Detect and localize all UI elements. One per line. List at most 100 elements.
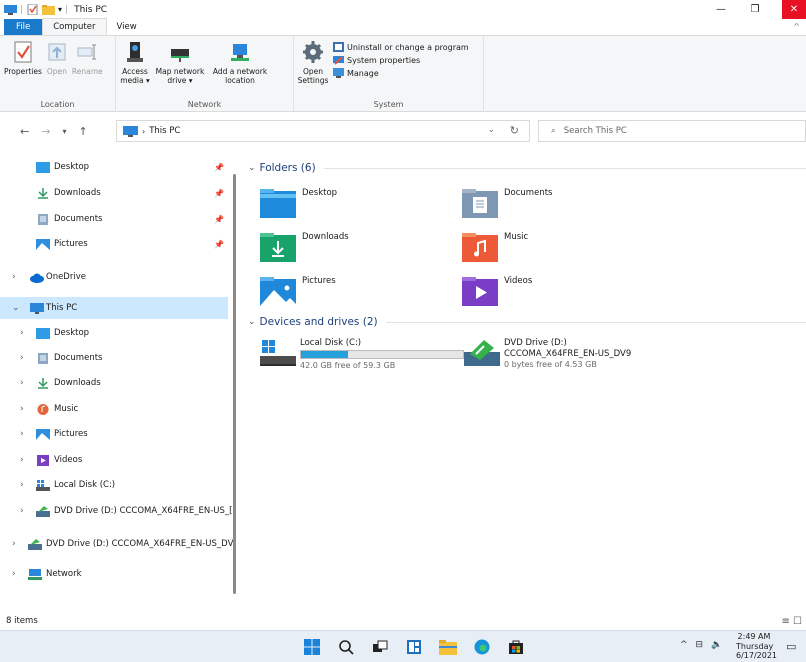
expand-chevron-icon[interactable]: › <box>12 272 16 282</box>
edge-browser-button[interactable] <box>470 635 494 659</box>
expand-chevron-icon[interactable]: › <box>12 539 16 549</box>
collapse-chevron-icon[interactable]: ⌄ <box>12 303 20 313</box>
tab-file[interactable]: File <box>4 19 43 35</box>
expand-chevron-icon[interactable]: › <box>20 429 24 439</box>
drive-local-disk[interactable]: Local Disk (C:) 42.0 GB free of 59.3 GB <box>260 338 464 370</box>
nav-item-onedrive[interactable]: › OneDrive <box>0 266 228 288</box>
manage-button[interactable]: Manage <box>333 68 469 78</box>
network-status-icon[interactable]: ⊟ <box>696 640 704 650</box>
nav-item-downloads[interactable]: Downloads 📌 <box>0 182 228 204</box>
taskbar-clock[interactable]: 2:49 AM Thursday 6/17/2021 <box>736 632 777 661</box>
nav-item-pictures[interactable]: Pictures 📌 <box>0 233 228 255</box>
address-bar[interactable]: › This PC ⌄ ↻ <box>116 120 530 142</box>
details-view-icon[interactable]: ≡ ☐ <box>781 616 802 627</box>
group-label-network: Network <box>187 100 222 109</box>
forward-arrow-icon[interactable]: → <box>41 125 50 138</box>
nav-item-dvd-drive[interactable]: › DVD Drive (D:) CCCOMA_X64FRE_EN-US_[] <box>0 500 236 522</box>
up-arrow-icon[interactable]: ↑ <box>78 125 87 138</box>
recent-locations-chevron-icon[interactable]: ▾ <box>62 127 66 136</box>
expand-chevron-icon[interactable]: › <box>20 378 24 388</box>
window-title: This PC <box>74 4 108 15</box>
nav-item-pc-desktop[interactable]: › Desktop <box>0 322 228 344</box>
folder-videos[interactable]: Videos <box>462 276 532 306</box>
uninstall-program-button[interactable]: Uninstall or change a program <box>333 42 469 52</box>
chevron-up-icon[interactable]: ^ <box>680 640 688 650</box>
store-button[interactable] <box>504 635 528 659</box>
folder-pictures[interactable]: Pictures <box>260 276 336 306</box>
drive-dvd[interactable]: DVD Drive (D:) CCCOMA_X64FRE_EN-US_DV9 0… <box>464 338 631 369</box>
task-view-button[interactable] <box>368 635 392 659</box>
this-pc-icon <box>123 125 138 137</box>
expand-chevron-icon[interactable]: › <box>20 455 24 465</box>
pictures-icon <box>36 238 50 250</box>
pin-icon[interactable]: 📌 <box>214 215 224 224</box>
refresh-icon[interactable]: ↻ <box>510 124 519 137</box>
expand-chevron-icon[interactable]: › <box>20 404 24 414</box>
nav-item-dvd-drive-root[interactable]: › DVD Drive (D:) CCCOMA_X64FRE_EN-US_DV <box>0 533 233 555</box>
folders-section-header[interactable]: ⌄ Folders (6) <box>248 162 806 174</box>
address-history-chevron-icon[interactable]: ⌄ <box>487 125 495 135</box>
minimize-button[interactable]: — <box>704 0 738 19</box>
devices-section-header[interactable]: ⌄ Devices and drives (2) <box>248 316 806 328</box>
search-icon <box>339 640 354 655</box>
widgets-button[interactable] <box>402 635 426 659</box>
taskbar: ^ ⊟ 🔈 2:49 AM Thursday 6/17/2021 ▭ <box>0 630 806 662</box>
network-icon <box>28 568 42 580</box>
tab-view[interactable]: View <box>107 19 147 35</box>
nav-item-this-pc[interactable]: ⌄ This PC <box>0 297 228 319</box>
notification-icon[interactable]: ▭ <box>786 640 796 653</box>
nav-item-network[interactable]: › Network <box>0 563 228 585</box>
expand-chevron-icon[interactable]: › <box>20 328 24 338</box>
ribbon-collapse-icon[interactable]: ^ <box>793 22 800 31</box>
group-label-location: Location <box>40 100 75 109</box>
folder-documents[interactable]: Documents <box>462 188 552 218</box>
nav-item-pc-documents[interactable]: › Documents <box>0 347 228 369</box>
status-bar: 8 items ≡ ☐ <box>0 612 806 630</box>
folder-music[interactable]: Music <box>462 232 528 262</box>
nav-item-local-disk[interactable]: › Local Disk (C:) <box>0 474 228 496</box>
quick-access-toolbar: | ▾ | <box>0 4 68 15</box>
search-box[interactable]: ⌕ Search This PC <box>538 120 806 142</box>
nav-item-pc-videos[interactable]: › Videos <box>0 449 228 471</box>
desktop-folder-icon <box>260 189 296 218</box>
navigation-pane: Desktop 📌 Downloads 📌 Documents 📌 Pictur… <box>0 152 240 612</box>
tab-computer[interactable]: Computer <box>42 18 107 35</box>
nav-item-pc-pictures[interactable]: › Pictures <box>0 423 228 445</box>
system-properties-button[interactable]: System properties <box>333 55 469 65</box>
expand-chevron-icon[interactable]: › <box>20 506 24 516</box>
pin-icon[interactable]: 📌 <box>214 189 224 198</box>
nav-item-documents[interactable]: Documents 📌 <box>0 208 228 230</box>
pin-icon[interactable]: 📌 <box>214 240 224 249</box>
maximize-button[interactable]: ❐ <box>738 0 772 19</box>
this-pc-icon[interactable] <box>4 4 17 15</box>
system-properties-icon <box>333 56 344 65</box>
search-taskbar-button[interactable] <box>334 635 358 659</box>
pin-icon[interactable]: 📌 <box>214 163 224 172</box>
local-disk-icon <box>260 340 296 366</box>
folder-downloads[interactable]: Downloads <box>260 232 349 262</box>
collapse-chevron-icon[interactable]: ⌄ <box>248 317 256 327</box>
new-folder-icon[interactable] <box>42 4 56 15</box>
nav-item-pc-downloads[interactable]: › Downloads <box>0 372 228 394</box>
expand-chevron-icon[interactable]: › <box>20 480 24 490</box>
file-explorer-button[interactable] <box>436 635 460 659</box>
search-input[interactable]: Search This PC <box>564 126 627 136</box>
expand-chevron-icon[interactable]: › <box>20 353 24 363</box>
nav-item-desktop[interactable]: Desktop 📌 <box>0 156 228 178</box>
close-button[interactable]: ✕ <box>782 0 806 19</box>
rename-icon <box>77 44 97 60</box>
nav-item-pc-music[interactable]: › Music <box>0 398 228 420</box>
breadcrumb-separator-icon[interactable]: › <box>142 127 145 136</box>
properties-icon[interactable] <box>26 4 39 15</box>
start-button[interactable] <box>300 635 324 659</box>
volume-icon[interactable]: 🔈 <box>711 640 722 650</box>
expand-chevron-icon[interactable]: › <box>12 569 16 579</box>
collapse-chevron-icon[interactable]: ⌄ <box>248 163 256 173</box>
desktop-folder-icon <box>36 161 50 173</box>
back-arrow-icon[interactable]: ← <box>20 125 29 138</box>
navigation-scrollbar[interactable] <box>233 174 236 594</box>
breadcrumb-this-pc[interactable]: This PC <box>149 126 180 136</box>
task-view-icon <box>373 640 388 652</box>
folder-desktop[interactable]: Desktop <box>260 188 337 218</box>
chevron-down-icon[interactable]: ▾ <box>58 5 62 14</box>
